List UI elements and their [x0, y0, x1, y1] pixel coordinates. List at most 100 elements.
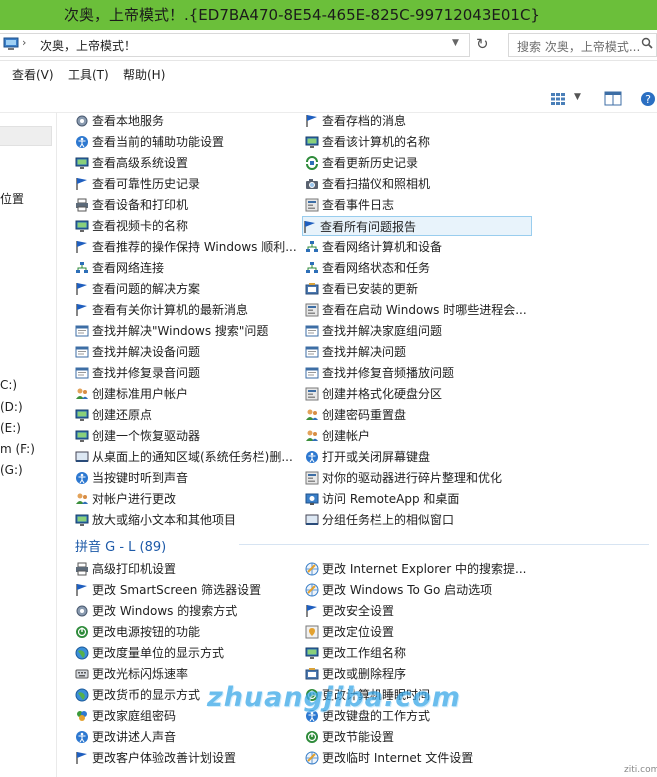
title-bar: 次奥，上帝模式！.{ED7BA470-8E54-465E-825C-997120…: [0, 0, 657, 30]
task-label: 打开或关闭屏幕键盘: [322, 450, 431, 464]
troubleshoot-icon: [305, 325, 319, 337]
nav-item-drive-g[interactable]: (G:): [0, 463, 23, 477]
task-label: 查找并修复音频播放问题: [322, 366, 455, 380]
admin-icon: [305, 303, 319, 317]
task-label: 查找并解决"Windows 搜索"问题: [92, 324, 269, 338]
task-label: 更改货币的显示方式: [92, 688, 201, 702]
task-label: 查看事件日志: [322, 198, 395, 212]
view-options-icon[interactable]: [550, 92, 566, 106]
task-label: 更改家庭组密码: [92, 709, 177, 723]
menu-view[interactable]: 查看(V): [12, 66, 54, 83]
task-label: 更改光标闪烁速率: [92, 667, 189, 681]
task-label: 更改讲述人声音: [92, 730, 177, 744]
homegroup-icon: [77, 711, 87, 721]
programs-icon: [305, 283, 319, 295]
task-label: 对你的驱动器进行碎片整理和优化: [322, 471, 503, 485]
monitor-icon: [75, 157, 89, 169]
task-label: 查看已安装的更新: [322, 282, 419, 296]
users-icon: [306, 409, 318, 420]
group-divider: [239, 544, 649, 545]
monitor-icon: [75, 514, 89, 526]
task-label: 查看扫描仪和照相机: [322, 177, 431, 191]
ease-of-access-icon: [306, 451, 318, 463]
window-title: 次奥，上帝模式！.{ED7BA470-8E54-465E-825C-997120…: [64, 6, 540, 24]
address-dropdown-icon[interactable]: ▼: [452, 38, 459, 48]
taskbar-icon: [75, 451, 89, 462]
control-panel-task[interactable]: 查看所有问题报告: [302, 216, 532, 236]
task-label: 查看推荐的操作保持 Windows 顺利...: [92, 240, 297, 254]
menu-bar: 查看(V) 工具(T) 帮助(H): [0, 62, 657, 86]
power-icon: [76, 626, 88, 638]
task-label: 查看存档的消息: [322, 114, 407, 128]
keyboard-icon: [75, 669, 89, 679]
flag-icon: [76, 283, 87, 295]
nav-item-drive-d[interactable]: (D:): [0, 400, 23, 414]
task-label: 查看设备和打印机: [92, 198, 189, 212]
task-label: 从桌面上的通知区域(系统任务栏)删...: [92, 450, 293, 464]
search-icon[interactable]: [641, 37, 653, 49]
task-label: 当按键时听到声音: [92, 471, 189, 485]
task-label: 更改工作组名称: [322, 646, 407, 660]
task-label: 更改 Internet Explorer 中的搜索提...: [322, 562, 527, 576]
help-icon[interactable]: ?: [640, 91, 656, 107]
task-label: 查找并解决家庭组问题: [322, 324, 443, 338]
taskbar-icon: [305, 514, 319, 525]
nav-item-drive-c[interactable]: C:): [0, 378, 17, 392]
ease-of-access-icon: [76, 472, 88, 484]
preview-pane-icon[interactable]: [604, 91, 622, 106]
flag-icon: [76, 752, 87, 764]
view-dropdown-icon[interactable]: ▼: [574, 92, 581, 102]
network-icon: [306, 241, 318, 252]
monitor-icon: [305, 647, 319, 659]
monitor-icon: [75, 430, 89, 442]
address-row: › 次奥，上帝模式！ ▼ ↻ 搜索 次奥，上帝模式...: [0, 30, 657, 61]
task-label: 创建还原点: [92, 408, 153, 422]
task-label: 更改客户体验改善计划设置: [92, 751, 237, 765]
task-label: 查看有关你计算机的最新消息: [92, 303, 249, 317]
svg-text:?: ?: [645, 93, 651, 106]
search-input[interactable]: 搜索 次奥，上帝模式...: [508, 33, 657, 57]
control-panel-icon: [3, 37, 19, 50]
camera-icon: [306, 179, 318, 189]
troubleshoot-icon: [305, 367, 319, 379]
printer-icon: [76, 562, 88, 576]
admin-icon: [305, 198, 319, 212]
troubleshoot-icon: [75, 325, 89, 337]
task-label: 更改或删除程序: [322, 667, 407, 681]
nav-item-locations[interactable]: 位置: [0, 190, 24, 207]
task-label: 更改电源按钮的功能: [92, 625, 201, 639]
breadcrumb-arrow-icon[interactable]: ›: [22, 36, 26, 49]
users-icon: [306, 430, 318, 441]
navigation-pane: 位置 C:) (D:) (E:) m (F:) (G:): [0, 112, 57, 777]
task-label: 查看高级系统设置: [92, 156, 189, 170]
printer-icon: [76, 198, 88, 212]
task-label: 放大或缩小文本和其他项目: [92, 513, 237, 527]
group-header[interactable]: 拼音 G - L (89): [75, 536, 166, 555]
nav-selected-item[interactable]: [0, 126, 52, 146]
refresh-icon[interactable]: ↻: [476, 35, 489, 53]
flag-icon: [76, 241, 87, 253]
menu-tools[interactable]: 工具(T): [68, 66, 109, 83]
flag-icon: [306, 605, 317, 617]
task-label: 查看更新历史记录: [322, 156, 419, 170]
remote-icon: [305, 493, 319, 505]
breadcrumb[interactable]: 次奥，上帝模式！: [40, 37, 136, 54]
task-label: 查看在启动 Windows 时哪些进程会...: [322, 303, 527, 317]
watermark: zhuangjiba.com: [207, 682, 461, 713]
menu-help[interactable]: 帮助(H): [123, 66, 165, 83]
task-label: 查看问题的解决方案: [92, 282, 201, 296]
ease-of-access-icon: [76, 731, 88, 743]
nav-item-drive-e[interactable]: (E:): [0, 421, 21, 435]
monitor-icon: [305, 136, 319, 148]
task-label: 更改度量单位的显示方式: [92, 646, 225, 660]
gear-icon: [76, 605, 88, 617]
task-label: 创建密码重置盘: [322, 408, 407, 422]
monitor-icon: [75, 220, 89, 232]
network-icon: [306, 262, 318, 273]
task-label: 高级打印机设置: [92, 562, 177, 576]
task-label: 查看视频卡的名称: [92, 219, 189, 233]
task-label: 查看网络连接: [92, 261, 165, 275]
task-label: 查找并解决问题: [322, 345, 407, 359]
flag-icon: [76, 304, 87, 316]
nav-item-drive-f[interactable]: m (F:): [0, 442, 35, 456]
